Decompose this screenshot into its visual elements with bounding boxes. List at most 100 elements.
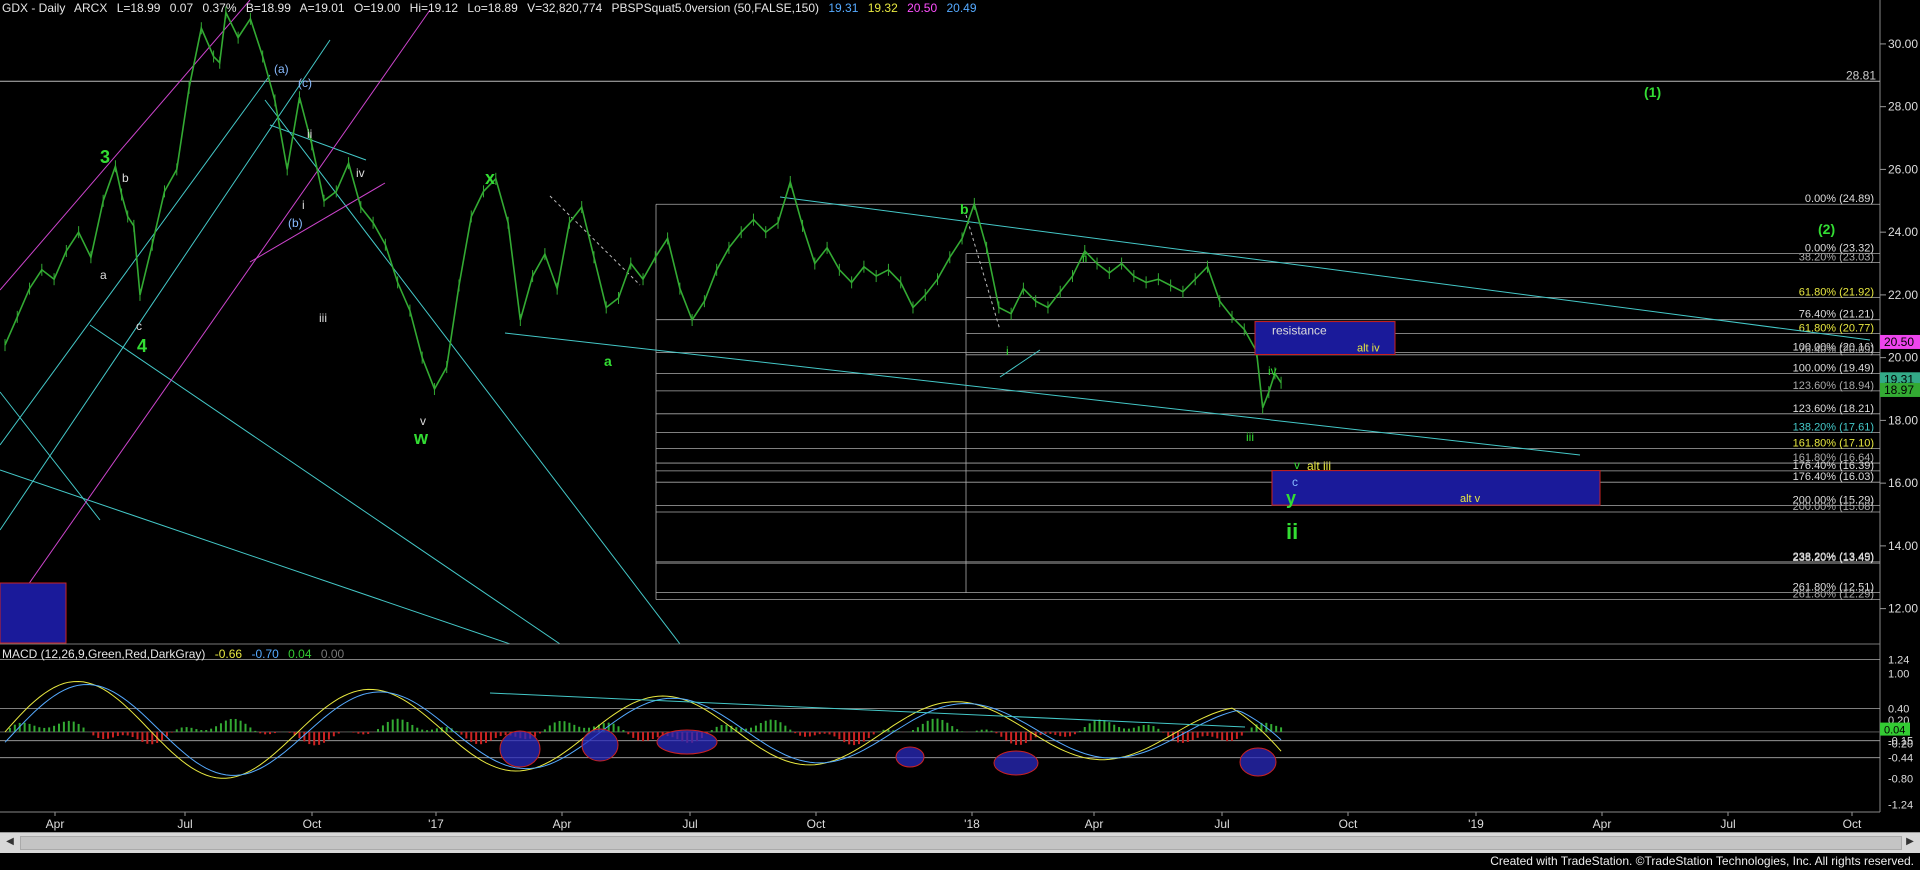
target-box [1271,470,1601,506]
y-tick-label: 14.00 [1888,539,1918,553]
low-label: Lo=18.89 [467,1,518,15]
wave-label: v [420,414,426,428]
fib-level-label: 0.00% (24.89) [1805,193,1874,205]
scrollbar-thumb[interactable] [20,836,1902,850]
x-tick-label: '19 [1468,817,1484,831]
wave-label: alt iii [1307,459,1331,473]
wave-label: y [1286,488,1296,508]
channel-line [0,391,101,521]
channel-line [0,469,511,645]
open-label: O=19.00 [353,1,401,15]
scroll-left-icon[interactable]: ◀ [3,835,17,849]
macd-value: 0.04 [288,647,312,661]
channel-line [0,74,271,446]
wave-label: a [100,268,107,282]
x-tick-label: Apr [1085,817,1104,831]
change-pct-label: 0.37% [202,1,237,15]
macd-tick-label: 0.40 [1888,704,1909,716]
macd-tick-label: 0.04 [1884,725,1905,737]
macd-tick-label: 1.00 [1888,668,1909,680]
x-tick-label: Apr [46,817,65,831]
chart-area[interactable]: 30.00 28.00 26.00 24.00 22.00 20.00 18.00 16.00… [0,0,1920,870]
x-tick-label: Jul [177,817,192,831]
macd-highlight-ellipse [993,750,1039,776]
fib-level-label: 161.80% (17.10) [1793,438,1874,450]
wave-label: 4 [137,336,147,356]
scroll-right-icon[interactable]: ▶ [1903,835,1917,849]
x-tick-label: Oct [1339,817,1358,831]
wave-label: (c) [298,76,312,90]
y-tick-label: 12.00 [1888,602,1918,616]
y-tick-label: 26.00 [1888,162,1918,176]
wave-label: x [485,168,495,188]
wave-label: c [136,319,142,333]
wave-label: b [122,171,129,185]
wave-label: i [1006,344,1009,358]
fib-level-label: 76.40% (20.09) [1799,344,1874,356]
fib-level-label: 61.80% (20.77) [1799,322,1874,334]
macd-tick-label: -1.24 [1888,799,1913,811]
wave-label: ii [307,127,312,141]
macd-highlight-ellipse [656,729,718,755]
wave-label: (a) [274,62,289,76]
macd-highlight-ellipse [581,728,619,762]
wave-label: w [413,428,429,448]
wave-label: (1) [1644,84,1661,100]
high-label: Hi=19.12 [409,1,459,15]
y-tick-label: 16.00 [1888,476,1918,490]
channel-line-magenta [0,0,251,291]
exchange-label: ARCX [74,1,108,15]
lower-left-box [0,582,67,644]
indicator-label: PBSPSquat5.0version (50,FALSE,150) [611,1,820,15]
wave-label: iii [1246,430,1254,444]
wave-label: a [604,353,612,369]
macd-tick-label: -0.44 [1888,753,1913,765]
x-tick-label: Oct [1843,817,1862,831]
fib-level-label: 100.00% (19.49) [1793,363,1874,375]
change-label: 0.07 [169,1,194,15]
wave-label: iii [319,311,327,325]
resistance-label: resistance [1272,324,1327,338]
channel-line-magenta [249,182,386,263]
symbol-label: GDX - Daily [2,1,66,15]
copyright-footer: Created with TradeStation. ©TradeStation… [1490,854,1914,868]
bid-label: B=18.99 [245,1,291,15]
x-tick-label: Jul [1720,817,1735,831]
chart-canvas: 30.0028.0026.0024.0022.0020.0018.0016.00… [0,0,1920,832]
last-label: L=18.99 [116,1,161,15]
macd-tick-label: 1.24 [1888,654,1909,666]
fib-level-label: 138.20% (17.61) [1793,422,1874,434]
horizontal-scrollbar[interactable]: ◀ ▶ [0,832,1920,853]
x-tick-label: Jul [682,817,697,831]
price-tag: 20.50 [1884,335,1914,349]
guide-dashed-line [549,195,641,286]
fib-level-label: 61.80% (21.92) [1799,286,1874,298]
channel-line [504,332,1581,456]
wave-label: 3 [100,147,110,167]
indicator-value: 19.32 [867,1,898,15]
wave-label: i [302,198,305,212]
macd-tick-label: -0.80 [1888,774,1913,786]
y-tick-label: 20.00 [1888,351,1918,365]
fib-level-label: 76.40% (21.21) [1799,309,1874,321]
channel-line-magenta [0,9,431,626]
indicator-value: 20.49 [946,1,977,15]
x-tick-label: Oct [807,817,826,831]
alt-v-label: alt v [1460,493,1481,505]
wave-label: ii [1082,251,1087,265]
wave-label: ii [1286,519,1298,544]
macd-label: MACD (12,26,9,Green,Red,DarkGray) [2,647,206,661]
fib-level-label: 238.20% (13.45) [1793,552,1874,564]
wave-label: (b) [288,216,303,230]
y-tick-label: 18.00 [1888,413,1918,427]
fib-level-label: 123.60% (18.21) [1793,403,1874,415]
macd-header: MACD (12,26,9,Green,Red,DarkGray) -0.66 … [2,647,350,661]
wave-label: b [960,201,969,217]
y-tick-label: 24.00 [1888,225,1918,239]
macd-highlight-ellipse [499,730,541,768]
channel-line [0,39,331,531]
fib-level-label: 38.20% (23.03) [1799,252,1874,264]
macd-tick-label: -0.20 [1888,739,1913,751]
y-tick-label: 22.00 [1888,288,1918,302]
x-tick-label: Jul [1214,817,1229,831]
